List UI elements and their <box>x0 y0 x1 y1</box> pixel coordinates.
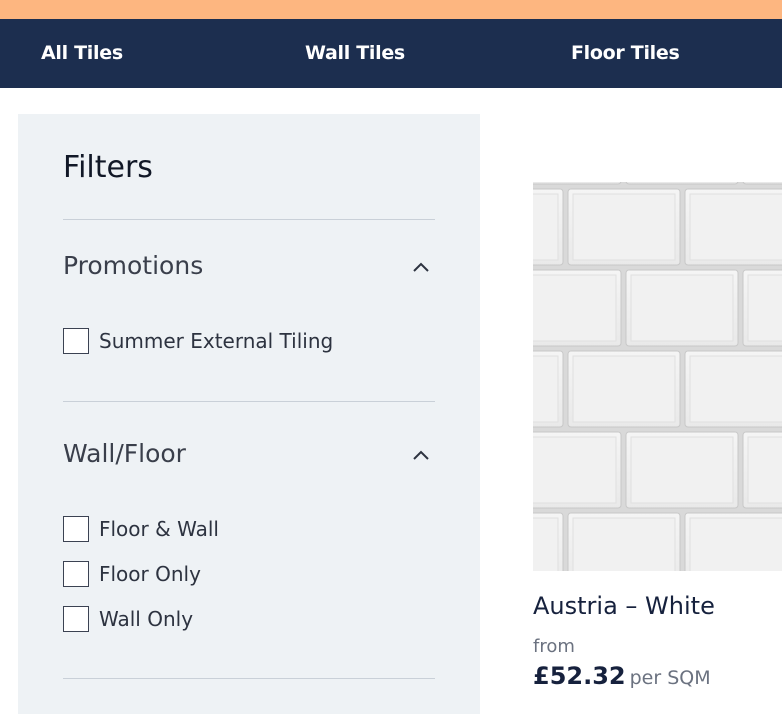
product-card[interactable]: Austria – White from £52.32 per SQM <box>533 182 782 710</box>
product-name[interactable]: Austria – White <box>533 592 715 620</box>
divider <box>63 401 435 402</box>
tile-pattern-image <box>533 182 782 571</box>
price-unit: per SQM <box>629 667 711 689</box>
filter-option-floor-and-wall[interactable]: Floor & Wall <box>63 515 219 543</box>
chevron-up-icon[interactable] <box>412 448 430 462</box>
product-image[interactable] <box>533 182 782 571</box>
filter-option-label: Wall Only <box>99 607 194 631</box>
filter-option-summer-external-tiling[interactable]: Summer External Tiling <box>63 327 333 355</box>
filter-option-floor-only[interactable]: Floor Only <box>63 560 201 588</box>
filter-option-wall-only[interactable]: Wall Only <box>63 605 193 633</box>
filter-group-title-promotions[interactable]: Promotions <box>63 251 203 280</box>
price-from-label: from <box>533 636 575 657</box>
nav-wall-tiles[interactable]: Wall Tiles <box>305 19 405 88</box>
filter-group-title-wall-floor[interactable]: Wall/Floor <box>63 439 186 468</box>
price-line: £52.32 per SQM <box>533 662 711 690</box>
checkbox[interactable] <box>63 606 89 632</box>
filters-panel: Filters Promotions Summer External Tilin… <box>18 114 480 714</box>
filter-option-label: Summer External Tiling <box>99 329 334 353</box>
filter-option-label: Floor & Wall <box>99 517 219 541</box>
filters-title: Filters <box>63 150 153 185</box>
promo-strip <box>0 0 782 19</box>
nav-all-tiles[interactable]: All Tiles <box>41 19 123 88</box>
checkbox[interactable] <box>63 561 89 587</box>
checkbox[interactable] <box>63 328 89 354</box>
chevron-up-icon[interactable] <box>412 260 430 274</box>
nav-floor-tiles[interactable]: Floor Tiles <box>571 19 680 88</box>
main-nav: All Tiles Wall Tiles Floor Tiles <box>0 19 782 88</box>
product-price: £52.32 <box>533 662 626 690</box>
filter-option-label: Floor Only <box>99 562 201 586</box>
divider <box>63 219 435 220</box>
divider <box>63 678 435 679</box>
checkbox[interactable] <box>63 516 89 542</box>
